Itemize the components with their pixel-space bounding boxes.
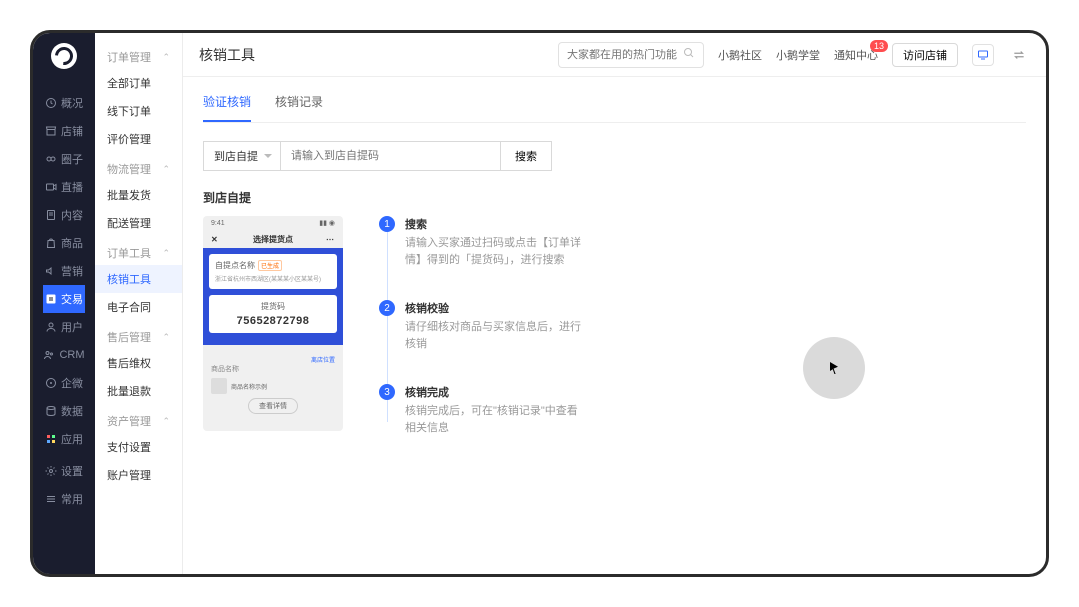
video-icon	[45, 181, 57, 193]
top-link-academy[interactable]: 小鹅学堂	[776, 47, 820, 63]
global-search[interactable]	[558, 42, 704, 68]
close-icon: ✕	[211, 235, 218, 244]
nav-常用[interactable]: 常用	[43, 485, 84, 513]
steps-guide: 1 搜索请输入买家通过扫码或点击【订单详情】得到的「提货码」，进行搜索 2 核销校验请…	[369, 216, 585, 436]
subnav-item-评价管理[interactable]: 评价管理	[95, 125, 182, 153]
pickup-code-value: 75652872798	[215, 315, 331, 327]
pickup-code-input[interactable]	[281, 141, 501, 171]
nav-数据[interactable]: 数据	[43, 397, 84, 425]
monitor-icon[interactable]	[972, 44, 994, 66]
chevron-up-icon: ⌃	[162, 416, 170, 427]
verify-search-row: 到店自提 搜索	[203, 141, 1026, 171]
step-3: 3 核销完成核销完成后，可在"核销记录"中查看相关信息	[379, 384, 585, 436]
app-icon	[45, 433, 57, 445]
subnav-item-线下订单[interactable]: 线下订单	[95, 97, 182, 125]
step-number: 2	[379, 300, 395, 316]
step-desc: 核销完成后，可在"核销记录"中查看相关信息	[405, 403, 585, 436]
step-desc: 请仔细核对商品与买家信息后，进行核销	[405, 319, 585, 352]
more-icon: ⋯	[326, 235, 335, 244]
chevron-up-icon: ⌃	[162, 52, 170, 63]
nav-商品[interactable]: 商品	[43, 229, 84, 257]
step-number: 1	[379, 216, 395, 232]
phone-preview: 9:41▮▮ ◉ ✕ 选择提货点 ⋯ 自提点名称已生成 浙江省杭州市西湖区(某某…	[203, 216, 343, 431]
tab-验证核销[interactable]: 验证核销	[203, 93, 251, 122]
subnav-item-批量发货[interactable]: 批量发货	[95, 181, 182, 209]
nav-直播[interactable]: 直播	[43, 173, 84, 201]
subnav-item-账户管理[interactable]: 账户管理	[95, 461, 182, 489]
user-icon	[45, 321, 57, 333]
subnav-item-支付设置[interactable]: 支付设置	[95, 433, 182, 461]
subnav-group-售后管理[interactable]: 售后管理⌃	[95, 321, 182, 349]
notification-badge: 13	[870, 40, 888, 52]
nav-概况[interactable]: 概况	[43, 89, 84, 117]
section-title: 到店自提	[203, 189, 1026, 206]
doc-icon	[45, 209, 57, 221]
primary-sidebar: 概况店铺圈子直播内容商品营销交易用户CRM企微数据应用设置常用	[33, 33, 95, 574]
global-search-input[interactable]	[567, 49, 677, 61]
subnav-group-订单管理[interactable]: 订单管理⌃	[95, 41, 182, 69]
search-icon	[683, 47, 695, 62]
subnav-group-物流管理[interactable]: 物流管理⌃	[95, 153, 182, 181]
step-title: 核销校验	[405, 300, 585, 316]
ent-icon	[45, 377, 57, 389]
shop-icon	[45, 125, 57, 137]
data-icon	[45, 405, 57, 417]
subnav-item-配送管理[interactable]: 配送管理	[95, 209, 182, 237]
step-title: 核销完成	[405, 384, 585, 400]
clock-icon	[45, 97, 57, 109]
speaker-icon	[45, 265, 57, 277]
signal-icon: ▮▮ ◉	[319, 219, 335, 227]
step-number: 3	[379, 384, 395, 400]
step-desc: 请输入买家通过扫码或点击【订单详情】得到的「提货码」，进行搜索	[405, 235, 585, 268]
subnav-item-核销工具[interactable]: 核销工具	[95, 265, 182, 293]
visit-shop-button[interactable]: 访问店铺	[892, 43, 958, 67]
exchange-icon	[45, 293, 57, 305]
crm-icon	[43, 349, 55, 361]
swap-icon[interactable]	[1008, 44, 1030, 66]
chevron-up-icon: ⌃	[162, 164, 170, 175]
subnav-group-资产管理[interactable]: 资产管理⌃	[95, 405, 182, 433]
bag-icon	[45, 237, 57, 249]
tabs: 验证核销核销记录	[203, 93, 1026, 123]
tab-核销记录[interactable]: 核销记录	[275, 93, 323, 122]
pickup-type-select[interactable]: 到店自提	[203, 141, 281, 171]
nav-交易[interactable]: 交易	[43, 285, 84, 313]
chevron-up-icon: ⌃	[162, 248, 170, 259]
chevron-up-icon: ⌃	[162, 332, 170, 343]
cursor-indicator	[803, 337, 865, 399]
nav-CRM[interactable]: CRM	[43, 341, 84, 369]
gear-icon	[45, 465, 57, 477]
step-2: 2 核销校验请仔细核对商品与买家信息后，进行核销	[379, 300, 585, 352]
subnav-group-订单工具[interactable]: 订单工具⌃	[95, 237, 182, 265]
nav-应用[interactable]: 应用	[43, 425, 84, 453]
subnav-item-电子合同[interactable]: 电子合同	[95, 293, 182, 321]
subnav-item-售后维权[interactable]: 售后维权	[95, 349, 182, 377]
view-detail-button: 查看详情	[248, 398, 298, 414]
list-icon	[45, 493, 57, 505]
nav-企微[interactable]: 企微	[43, 369, 84, 397]
nav-用户[interactable]: 用户	[43, 313, 84, 341]
secondary-sidebar: 订单管理⌃全部订单线下订单评价管理物流管理⌃批量发货配送管理订单工具⌃核销工具电…	[95, 33, 183, 574]
app-logo	[51, 43, 77, 69]
topbar: 核销工具 小鹅社区 小鹅学堂 通知中心 13 访问店铺	[183, 33, 1046, 77]
nav-营销[interactable]: 营销	[43, 257, 84, 285]
step-1: 1 搜索请输入买家通过扫码或点击【订单详情】得到的「提货码」，进行搜索	[379, 216, 585, 268]
top-link-community[interactable]: 小鹅社区	[718, 47, 762, 63]
nav-内容[interactable]: 内容	[43, 201, 84, 229]
subnav-item-批量退款[interactable]: 批量退款	[95, 377, 182, 405]
content-area: 验证核销核销记录 到店自提 搜索 到店自提 9:41▮▮ ◉ ✕ 选择提货点 ⋯	[183, 77, 1046, 574]
circle-icon	[45, 153, 57, 165]
subnav-item-全部订单[interactable]: 全部订单	[95, 69, 182, 97]
page-title: 核销工具	[199, 45, 255, 65]
top-link-notifications[interactable]: 通知中心 13	[834, 47, 878, 63]
nav-店铺[interactable]: 店铺	[43, 117, 84, 145]
nav-圈子[interactable]: 圈子	[43, 145, 84, 173]
nav-设置[interactable]: 设置	[43, 457, 84, 485]
step-title: 搜索	[405, 216, 585, 232]
search-button[interactable]: 搜索	[501, 141, 552, 171]
